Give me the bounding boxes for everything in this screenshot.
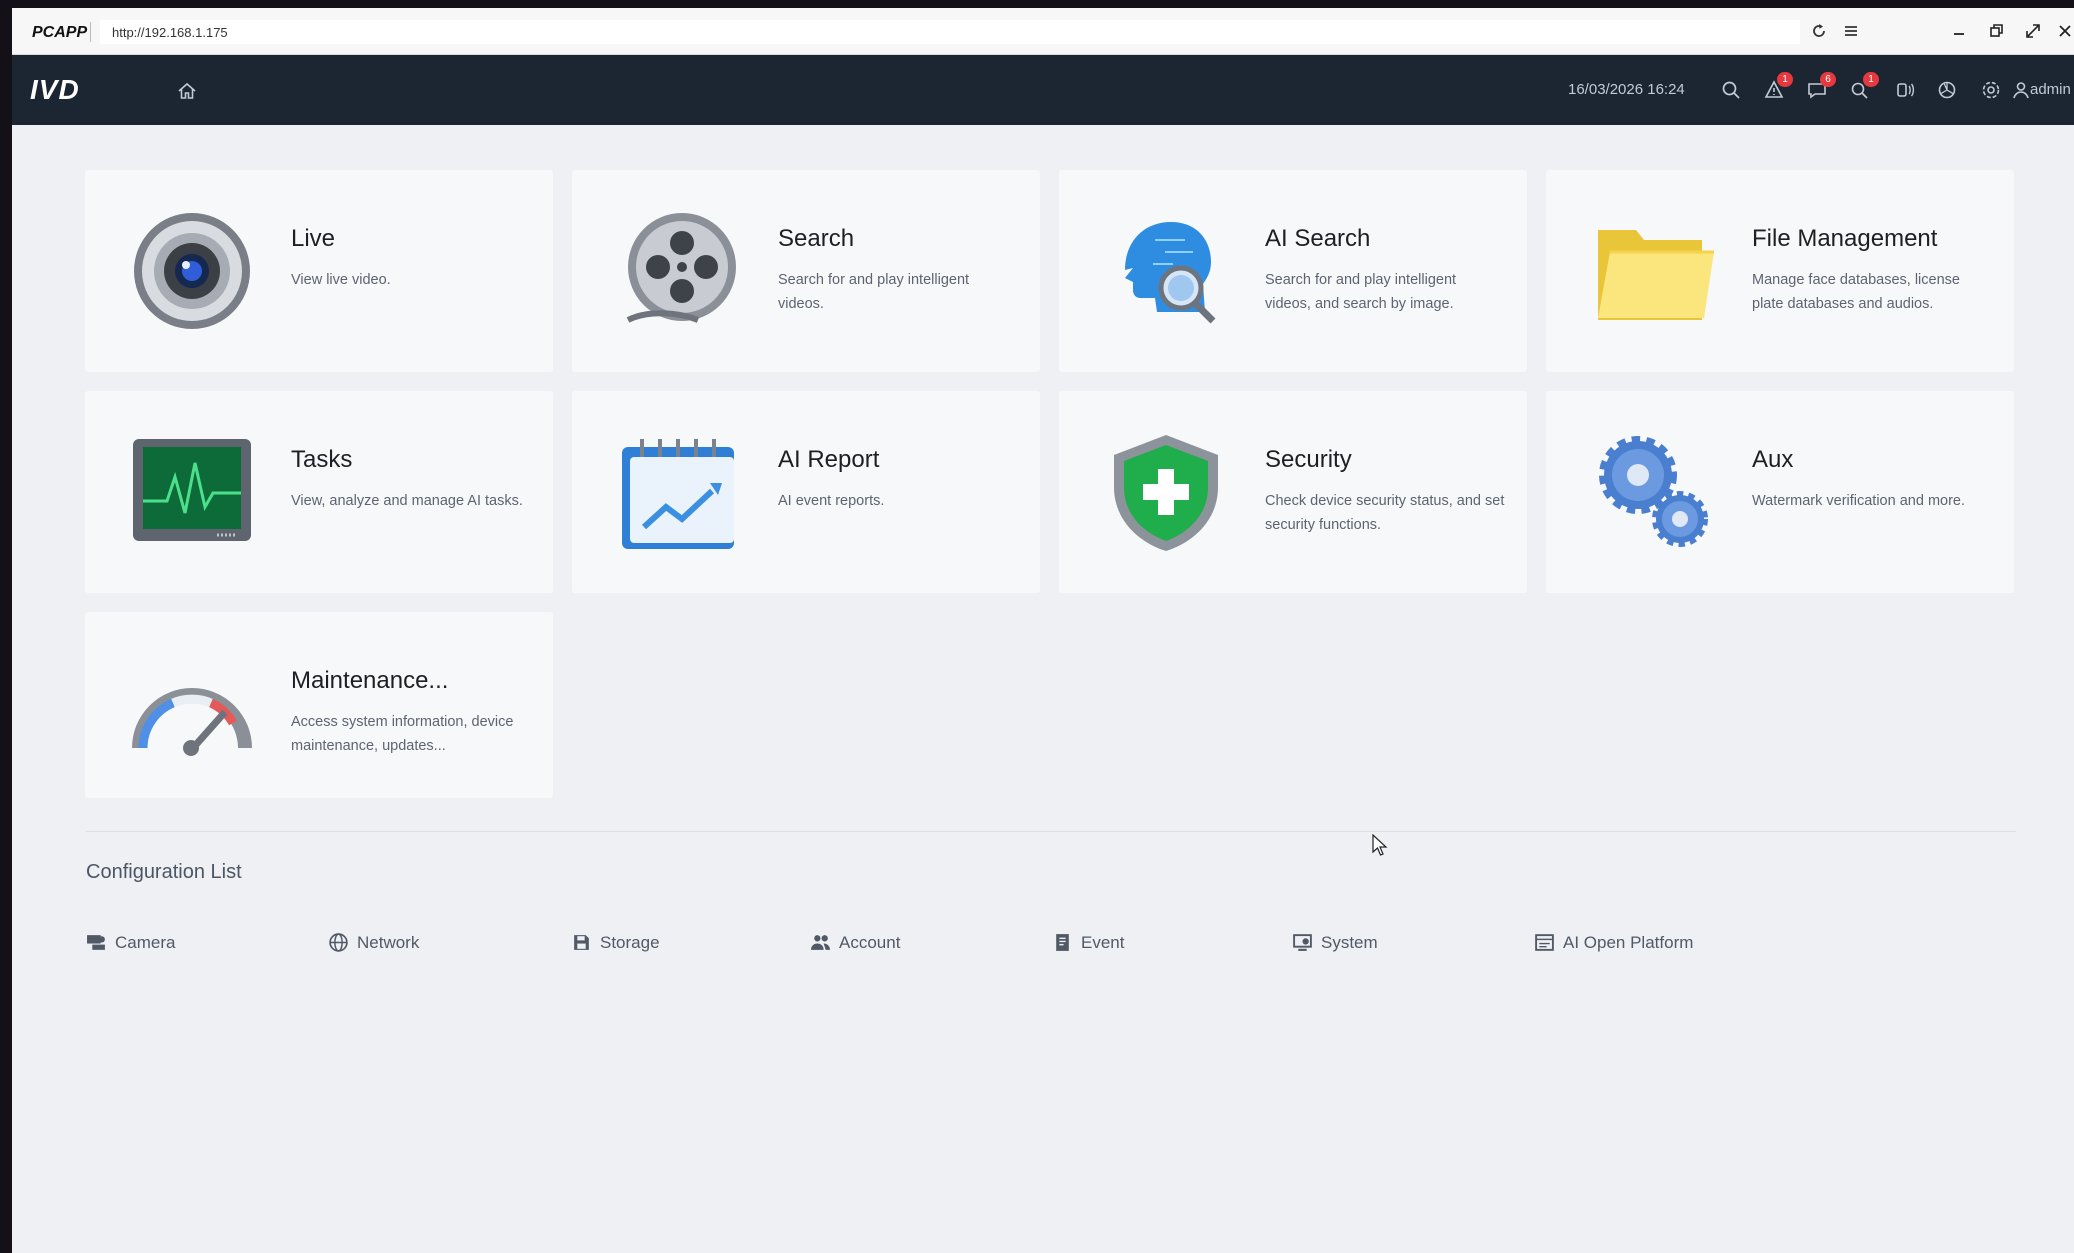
card-ai-search[interactable]: AI Search Search for and play intelligen… [1059, 170, 1527, 372]
card-title: Security [1265, 446, 1352, 473]
card-description: Manage face databases, license plate dat… [1752, 272, 1960, 312]
card-title: Maintenance... [291, 667, 449, 694]
config-storage[interactable]: Storage [571, 932, 660, 953]
config-list-title: Configuration List [86, 861, 242, 883]
card-description: Watermark verification and more. [1752, 493, 1966, 509]
monitor-pulse-icon [131, 431, 253, 553]
url-text[interactable]: http://192.168.1.175 [112, 25, 228, 40]
config-label: Storage [600, 932, 660, 952]
globe-icon [329, 933, 348, 952]
aperture-icon[interactable] [1934, 77, 1960, 103]
card-description: Check device security status, and set se… [1265, 493, 1505, 533]
config-label: Network [357, 932, 420, 952]
card-description: Search for and play intelligent videos, … [1265, 272, 1457, 312]
username[interactable]: admin [2030, 81, 2071, 98]
users-icon [811, 935, 830, 950]
platform-icon [1535, 934, 1554, 951]
audio-alarm-icon[interactable] [1891, 77, 1917, 103]
app-logo: IVD [30, 74, 80, 105]
config-account[interactable]: Account [810, 932, 900, 953]
minimize-icon[interactable] [1946, 18, 1972, 44]
camera-icon [87, 935, 105, 950]
menu-icon[interactable] [1838, 18, 1864, 44]
card-description: AI event reports. [778, 493, 885, 509]
card-description: Access system information, device mainte… [291, 714, 514, 754]
card-description: View live video. [291, 272, 391, 288]
card-description: Search for and play intelligent videos. [778, 272, 970, 312]
intelligent-badge: 1 [1863, 72, 1879, 87]
config-network[interactable]: Network [328, 932, 419, 953]
browser-brand: PCAPP [32, 24, 88, 41]
close-icon[interactable] [2052, 18, 2074, 44]
browser-bar: PCAPP http://192.168.1.175 [12, 8, 2074, 55]
system-icon [1293, 934, 1312, 951]
fullscreen-icon[interactable] [2020, 18, 2046, 44]
config-system[interactable]: System [1292, 932, 1378, 953]
config-ai-open-platform[interactable]: AI Open Platform [1534, 932, 1693, 953]
alarm-icon[interactable]: 1 [1761, 72, 1793, 103]
card-title: Live [291, 225, 336, 252]
folder-icon [1592, 210, 1714, 332]
ai-head-magnifier-icon [1105, 210, 1227, 332]
header-datetime: 16/03/2026 16:24 [1568, 81, 1685, 98]
shield-plus-icon [1105, 431, 1227, 553]
film-reel-icon [618, 210, 740, 332]
message-icon[interactable]: 6 [1804, 72, 1836, 103]
floppy-icon [574, 935, 589, 950]
address-bar[interactable]: http://192.168.1.175 [100, 20, 1800, 44]
card-aux[interactable]: Aux Watermark verification and more. [1546, 391, 2014, 593]
search-icon[interactable] [1718, 77, 1744, 103]
message-badge: 6 [1820, 72, 1836, 87]
card-search[interactable]: Search Search for and play intelligent v… [572, 170, 1040, 372]
config-label: Camera [115, 932, 176, 952]
config-label: System [1321, 932, 1378, 952]
config-event[interactable]: Event [1052, 932, 1124, 953]
browser-separator [90, 22, 91, 42]
camera-lens-icon [131, 210, 253, 332]
restore-icon[interactable] [1983, 18, 2009, 44]
card-ai-report[interactable]: AI Report AI event reports. [572, 391, 1040, 593]
card-title: AI Search [1265, 225, 1371, 252]
card-live[interactable]: Live View live video. [85, 170, 553, 372]
refresh-icon[interactable] [1806, 18, 1832, 44]
gears-icon [1592, 431, 1714, 553]
event-list-icon [1056, 934, 1069, 951]
card-title: AI Report [778, 446, 880, 473]
card-title: Tasks [291, 446, 353, 473]
mouse-cursor-icon [1372, 833, 1388, 856]
card-maintenance[interactable]: Maintenance... Access system information… [85, 612, 553, 798]
card-title: Aux [1752, 446, 1794, 473]
config-label: AI Open Platform [1563, 932, 1694, 952]
alarm-badge: 1 [1777, 72, 1793, 87]
config-camera[interactable]: Camera [86, 932, 175, 953]
config-label: Event [1081, 932, 1125, 952]
app-window: PCAPP http://192.168.1.175 IVD 16/03/202… [12, 8, 2074, 1253]
home-icon[interactable] [176, 80, 198, 102]
config-label: Account [839, 932, 901, 952]
card-file-management[interactable]: File Management Manage face databases, l… [1546, 170, 2014, 372]
speedometer-icon [131, 652, 253, 774]
card-title: Search [778, 225, 855, 252]
card-tasks[interactable]: Tasks View, analyze and manage AI tasks. [85, 391, 553, 593]
intelligent-event-icon[interactable]: 1 [1847, 72, 1879, 103]
settings-icon[interactable] [1978, 77, 2004, 103]
section-divider [86, 831, 2016, 832]
card-description: View, analyze and manage AI tasks. [291, 493, 523, 509]
app-header: IVD 16/03/2026 16:24 1 6 1 admin [12, 55, 2074, 125]
calendar-chart-icon [618, 431, 740, 553]
card-title: File Management [1752, 225, 1938, 252]
card-security[interactable]: Security Check device security status, a… [1059, 391, 1527, 593]
